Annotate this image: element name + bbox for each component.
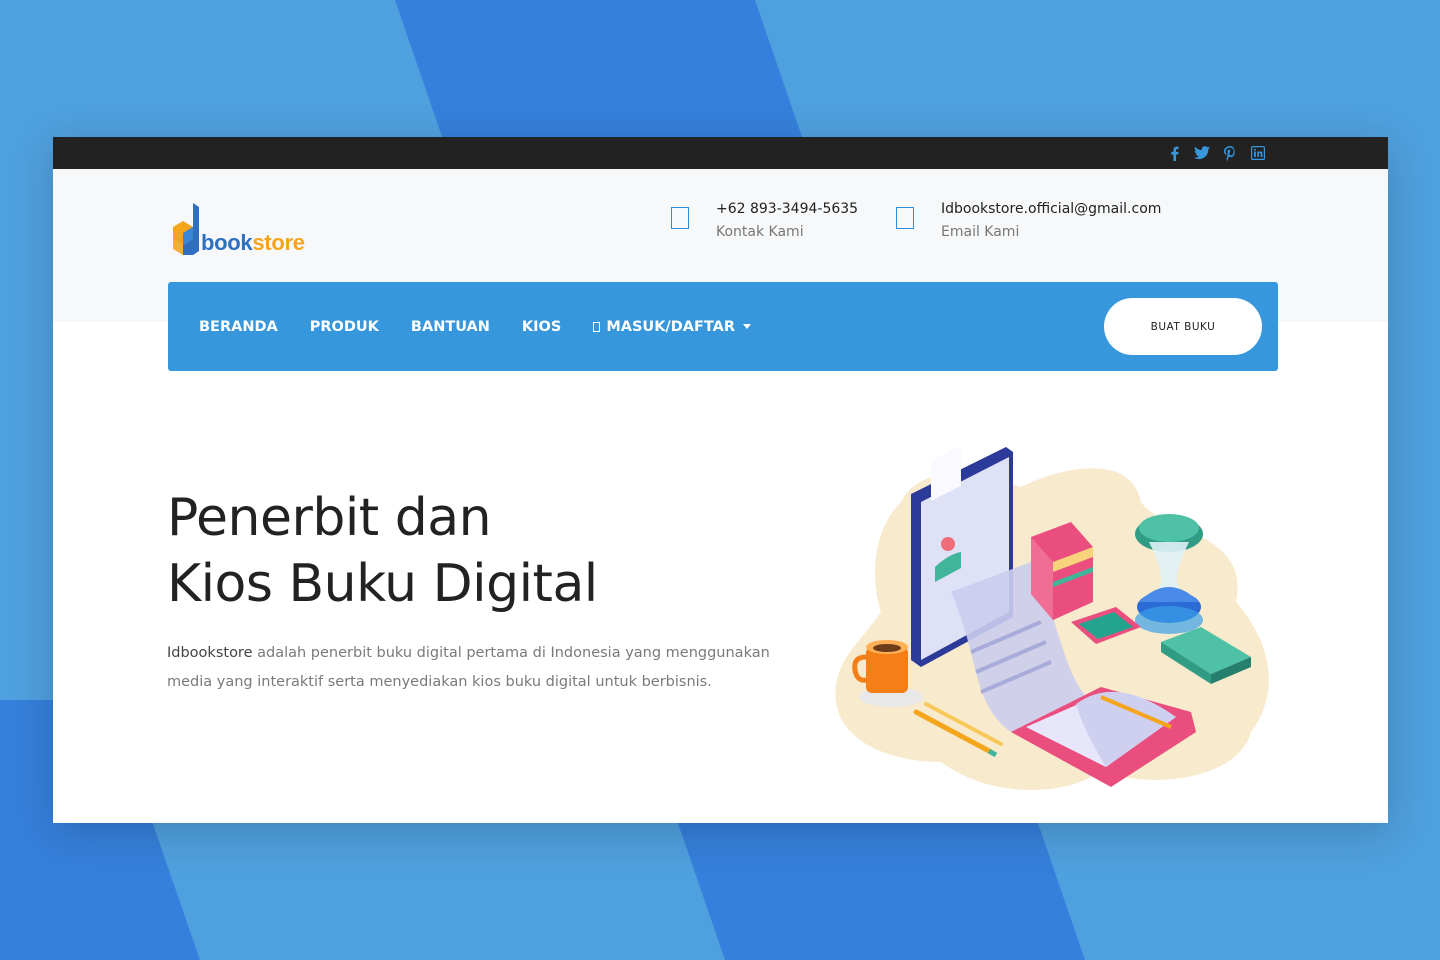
nav-item-masuk-daftar-label: MASUK/DAFTAR [606,318,736,335]
logo-text: bookstore [201,232,305,254]
buat-buku-button[interactable]: BUAT BUKU [1104,298,1262,355]
contact-phone[interactable]: +62 893-3494-5635 Kontak Kami [671,199,858,245]
caret-down-icon [743,324,752,329]
contact-email[interactable]: Idbookstore.official@gmail.com Email Kam… [896,199,1161,245]
email-label: Email Kami [941,224,1020,240]
twitter-icon[interactable] [1193,142,1211,164]
user-icon [593,321,601,332]
hero-description-brand: Idbookstore [167,645,253,661]
hero-description: Idbookstore adalah penerbit buku digital… [167,639,787,697]
phone-icon [671,207,689,229]
email-address: Idbookstore.official@gmail.com [941,201,1162,217]
linkedin-icon[interactable] [1249,142,1267,164]
pinterest-icon[interactable] [1221,142,1239,164]
nav-item-produk[interactable]: PRODUK [310,319,379,335]
nav-item-masuk-daftar[interactable]: MASUK/DAFTAR [593,318,752,335]
site-logo[interactable]: bookstore [167,203,305,259]
social-links [1165,142,1267,164]
hero-description-text: adalah penerbit buku digital pertama di … [167,645,770,690]
phone-number: +62 893-3494-5635 [716,201,859,217]
logo-text-book: book [201,230,253,255]
top-bar [53,137,1388,169]
nav-item-bantuan[interactable]: BANTUAN [411,319,490,335]
nav-item-beranda[interactable]: BERANDA [199,319,278,335]
hero-title-line1: Penerbit dan [167,488,492,548]
logo-text-store: store [252,230,305,255]
main-navigation: BERANDA PRODUK BANTUAN KIOS MASUK/DAFTAR… [168,282,1278,371]
phone-label: Kontak Kami [716,224,804,240]
hero-title-line2: Kios Buku Digital [167,554,598,614]
hero-illustration [835,445,1269,791]
mail-icon [896,207,914,229]
nav-item-kios[interactable]: KIOS [522,319,561,335]
website-window: bookstore +62 893-3494-5635 Kontak Kami … [53,137,1388,823]
facebook-icon[interactable] [1165,142,1183,164]
hero-title: Penerbit dan Kios Buku Digital [167,485,598,617]
logo-mark-icon [173,203,199,255]
